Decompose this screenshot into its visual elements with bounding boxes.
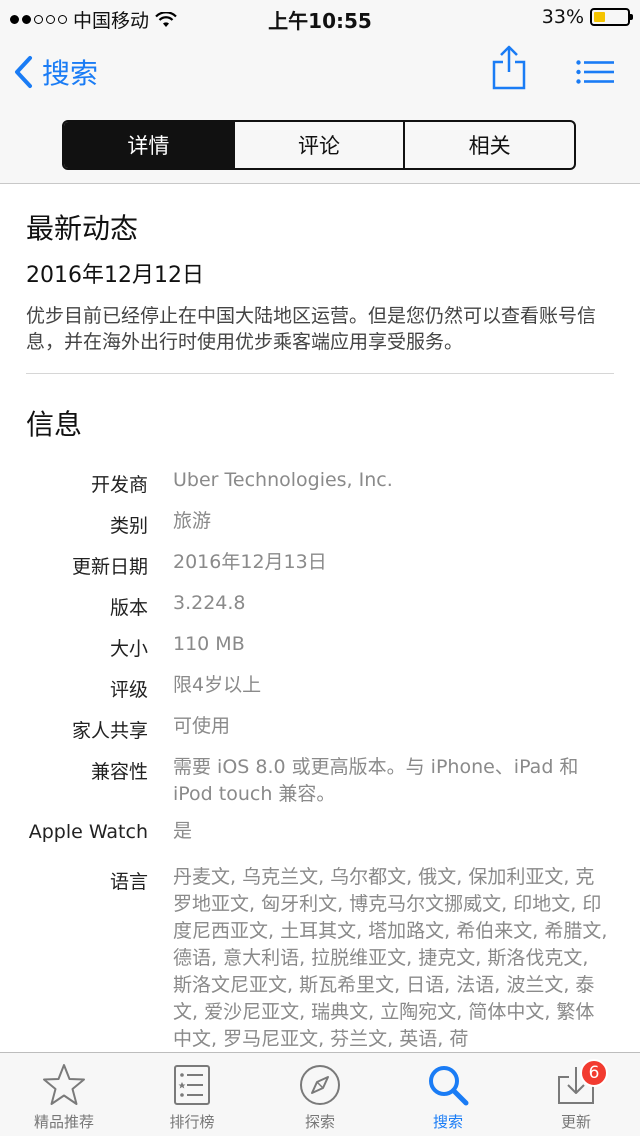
info-value: 是 bbox=[173, 820, 193, 842]
tab-label: 精品推荐 bbox=[33, 1113, 94, 1131]
whats-new-text: 优步目前已经停止在中国大陆地区运营。但是您仍然可以查看账号信息，并在海外出行时使… bbox=[26, 305, 597, 353]
tab-label: 探索 bbox=[304, 1113, 335, 1131]
whats-new-date: 2016年12月12日 bbox=[26, 263, 204, 288]
info-label: 版本 bbox=[109, 597, 148, 619]
info-label: 大小 bbox=[109, 638, 148, 660]
list-icon[interactable] bbox=[576, 60, 614, 84]
battery-icon bbox=[590, 8, 633, 26]
info-label: 语言 bbox=[109, 871, 148, 893]
navigation-bar: 搜索 bbox=[0, 36, 640, 108]
tab-related[interactable]: 相关 bbox=[405, 122, 574, 168]
tab-explore[interactable]: 探索 bbox=[256, 1053, 384, 1136]
status-bar: 中国移动 上午10:55 33% bbox=[0, 0, 640, 36]
tab-bar: 精品推荐 排行榜 探索 搜索 更新 6 bbox=[0, 1052, 640, 1136]
info-value: 可使用 bbox=[173, 715, 231, 737]
info-value: Uber Technologies, Inc. bbox=[173, 469, 393, 491]
chevron-left-icon bbox=[15, 56, 32, 88]
info-label: 家人共享 bbox=[71, 720, 148, 742]
tab-reviews[interactable]: 评论 bbox=[235, 122, 406, 168]
status-right: 33% bbox=[541, 6, 633, 28]
segment-bar: 详情 评论 相关 bbox=[0, 108, 640, 184]
battery-level bbox=[594, 12, 605, 22]
info-value: 110 MB bbox=[173, 633, 245, 655]
info-value: 需要 iOS 8.0 或更高版本。与 iPhone、iPad 和 iPod to… bbox=[173, 756, 579, 805]
back-label: 搜索 bbox=[42, 57, 99, 90]
battery-percent: 33% bbox=[541, 6, 584, 28]
tab-featured[interactable]: 精品推荐 bbox=[0, 1053, 128, 1136]
info-value: 3.224.8 bbox=[173, 592, 246, 614]
info-value: 限4岁以上 bbox=[173, 674, 262, 696]
ranking-list-icon bbox=[174, 1065, 210, 1105]
info-heading: 信息 bbox=[26, 408, 83, 441]
tab-label: 更新 bbox=[560, 1113, 591, 1131]
tab-top-charts[interactable]: 排行榜 bbox=[128, 1053, 256, 1136]
share-icon[interactable] bbox=[491, 44, 527, 90]
back-button[interactable]: 搜索 bbox=[12, 52, 98, 92]
tab-details[interactable]: 详情 bbox=[64, 122, 235, 168]
tab-updates[interactable]: 更新 6 bbox=[512, 1053, 640, 1136]
whats-new-heading: 最新动态 bbox=[26, 212, 139, 245]
info-value: 丹麦文, 乌克兰文, 乌尔都文, 俄文, 保加利亚文, 克罗地亚文, 匈牙利文,… bbox=[173, 866, 608, 1050]
info-label: 更新日期 bbox=[71, 556, 148, 578]
segmented-control: 详情 评论 相关 bbox=[62, 120, 576, 170]
tab-label: 排行榜 bbox=[169, 1113, 215, 1131]
updates-badge: 6 bbox=[580, 1059, 608, 1087]
tab-search[interactable]: 搜索 bbox=[384, 1053, 512, 1136]
info-value: 2016年12月13日 bbox=[173, 551, 327, 573]
star-icon bbox=[43, 1064, 85, 1105]
info-label: 兼容性 bbox=[90, 761, 148, 783]
search-icon bbox=[429, 1066, 469, 1106]
section-divider bbox=[26, 373, 614, 374]
info-label: 评级 bbox=[109, 679, 148, 701]
compass-icon bbox=[300, 1065, 340, 1105]
info-label: 开发商 bbox=[90, 474, 148, 496]
tab-label: 搜索 bbox=[432, 1113, 463, 1131]
info-label: 类别 bbox=[109, 515, 148, 537]
info-value: 旅游 bbox=[173, 510, 212, 532]
info-label: Apple Watch bbox=[28, 821, 148, 843]
